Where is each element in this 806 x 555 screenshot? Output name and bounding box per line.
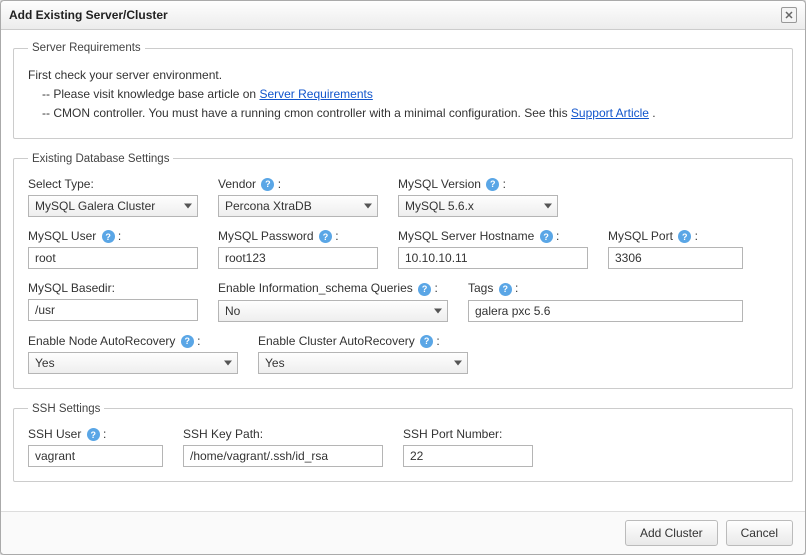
node-autorecovery-label: Enable Node AutoRecovery ? : <box>28 334 238 348</box>
ssh-keypath-input[interactable] <box>183 445 383 467</box>
ssh-port-input[interactable] <box>403 445 533 467</box>
dialog-header: Add Existing Server/Cluster <box>1 1 805 30</box>
mysql-user-input[interactable] <box>28 247 198 269</box>
mysql-port-field: MySQL Port ? : <box>608 229 743 269</box>
select-type-field: Select Type: MySQL Galera Cluster <box>28 177 198 217</box>
dialog-footer: Add Cluster Cancel <box>1 511 805 554</box>
help-icon[interactable]: ? <box>499 283 512 296</box>
node-autorecovery-select[interactable]: Yes <box>28 352 238 374</box>
infoschema-select[interactable]: No <box>218 300 448 322</box>
close-icon <box>785 11 793 19</box>
mysql-hostname-label: MySQL Server Hostname ? : <box>398 229 588 243</box>
ssh-settings-group: SSH Settings SSH User ? : SSH Key Path: … <box>13 403 793 482</box>
mysql-version-label: MySQL Version ? : <box>398 177 558 191</box>
existing-database-settings-group: Existing Database Settings Select Type: … <box>13 153 793 389</box>
mysql-port-label: MySQL Port ? : <box>608 229 743 243</box>
ssh-user-field: SSH User ? : <box>28 427 163 467</box>
select-type-label: Select Type: <box>28 177 198 191</box>
tags-field: Tags ? : <box>468 281 743 321</box>
requirements-text: First check your server environment. -- … <box>28 66 778 124</box>
ssh-port-label: SSH Port Number: <box>403 427 533 441</box>
help-icon[interactable]: ? <box>319 230 332 243</box>
help-icon[interactable]: ? <box>420 335 433 348</box>
requirements-line-1: -- Please visit knowledge base article o… <box>28 85 778 104</box>
mysql-user-field: MySQL User ? : <box>28 229 198 269</box>
cluster-autorecovery-field: Enable Cluster AutoRecovery ? : Yes <box>258 334 468 374</box>
mysql-password-label: MySQL Password ? : <box>218 229 378 243</box>
ssh-port-field: SSH Port Number: <box>403 427 533 467</box>
help-icon[interactable]: ? <box>87 428 100 441</box>
mysql-password-field: MySQL Password ? : <box>218 229 378 269</box>
requirements-intro: First check your server environment. <box>28 66 778 85</box>
mysql-version-select[interactable]: MySQL 5.6.x <box>398 195 558 217</box>
mysql-hostname-field: MySQL Server Hostname ? : <box>398 229 588 269</box>
help-icon[interactable]: ? <box>261 178 274 191</box>
infoschema-field: Enable Information_schema Queries ? : No <box>218 281 448 321</box>
mysql-basedir-input[interactable] <box>28 299 198 321</box>
select-type-select[interactable]: MySQL Galera Cluster <box>28 195 198 217</box>
vendor-select[interactable]: Percona XtraDB <box>218 195 378 217</box>
help-icon[interactable]: ? <box>540 230 553 243</box>
server-requirements-link[interactable]: Server Requirements <box>259 87 372 101</box>
req-line1-prefix: -- Please visit knowledge base article o… <box>42 87 259 101</box>
dialog-body: Server Requirements First check your ser… <box>1 30 805 511</box>
add-cluster-button[interactable]: Add Cluster <box>625 520 718 546</box>
ssh-keypath-label: SSH Key Path: <box>183 427 383 441</box>
ssh-keypath-field: SSH Key Path: <box>183 427 383 467</box>
help-icon[interactable]: ? <box>181 335 194 348</box>
vendor-field: Vendor ? : Percona XtraDB <box>218 177 378 217</box>
cluster-autorecovery-select[interactable]: Yes <box>258 352 468 374</box>
server-requirements-legend: Server Requirements <box>28 42 145 54</box>
mysql-basedir-label: MySQL Basedir: <box>28 281 198 295</box>
help-icon[interactable]: ? <box>418 283 431 296</box>
vendor-label: Vendor ? : <box>218 177 378 191</box>
mysql-port-input[interactable] <box>608 247 743 269</box>
cluster-autorecovery-label: Enable Cluster AutoRecovery ? : <box>258 334 468 348</box>
help-icon[interactable]: ? <box>102 230 115 243</box>
cancel-button[interactable]: Cancel <box>726 520 793 546</box>
ssh-user-label: SSH User ? : <box>28 427 163 441</box>
db-settings-legend: Existing Database Settings <box>28 153 173 165</box>
mysql-user-label: MySQL User ? : <box>28 229 198 243</box>
tags-input[interactable] <box>468 300 743 322</box>
tags-label: Tags ? : <box>468 281 743 295</box>
server-requirements-group: Server Requirements First check your ser… <box>13 42 793 139</box>
mysql-version-field: MySQL Version ? : MySQL 5.6.x <box>398 177 558 217</box>
close-button[interactable] <box>781 7 797 23</box>
help-icon[interactable]: ? <box>486 178 499 191</box>
requirements-line-2: -- CMON controller. You must have a runn… <box>28 104 778 123</box>
dialog-title: Add Existing Server/Cluster <box>9 8 168 22</box>
req-line2-prefix: -- CMON controller. You must have a runn… <box>42 106 571 120</box>
req-line2-suffix: . <box>649 106 656 120</box>
infoschema-label: Enable Information_schema Queries ? : <box>218 281 448 295</box>
support-article-link[interactable]: Support Article <box>571 106 649 120</box>
help-icon[interactable]: ? <box>678 230 691 243</box>
ssh-user-input[interactable] <box>28 445 163 467</box>
mysql-password-input[interactable] <box>218 247 378 269</box>
node-autorecovery-field: Enable Node AutoRecovery ? : Yes <box>28 334 238 374</box>
mysql-hostname-input[interactable] <box>398 247 588 269</box>
mysql-basedir-field: MySQL Basedir: <box>28 281 198 321</box>
dialog: Add Existing Server/Cluster Server Requi… <box>0 0 806 555</box>
ssh-settings-legend: SSH Settings <box>28 403 104 415</box>
